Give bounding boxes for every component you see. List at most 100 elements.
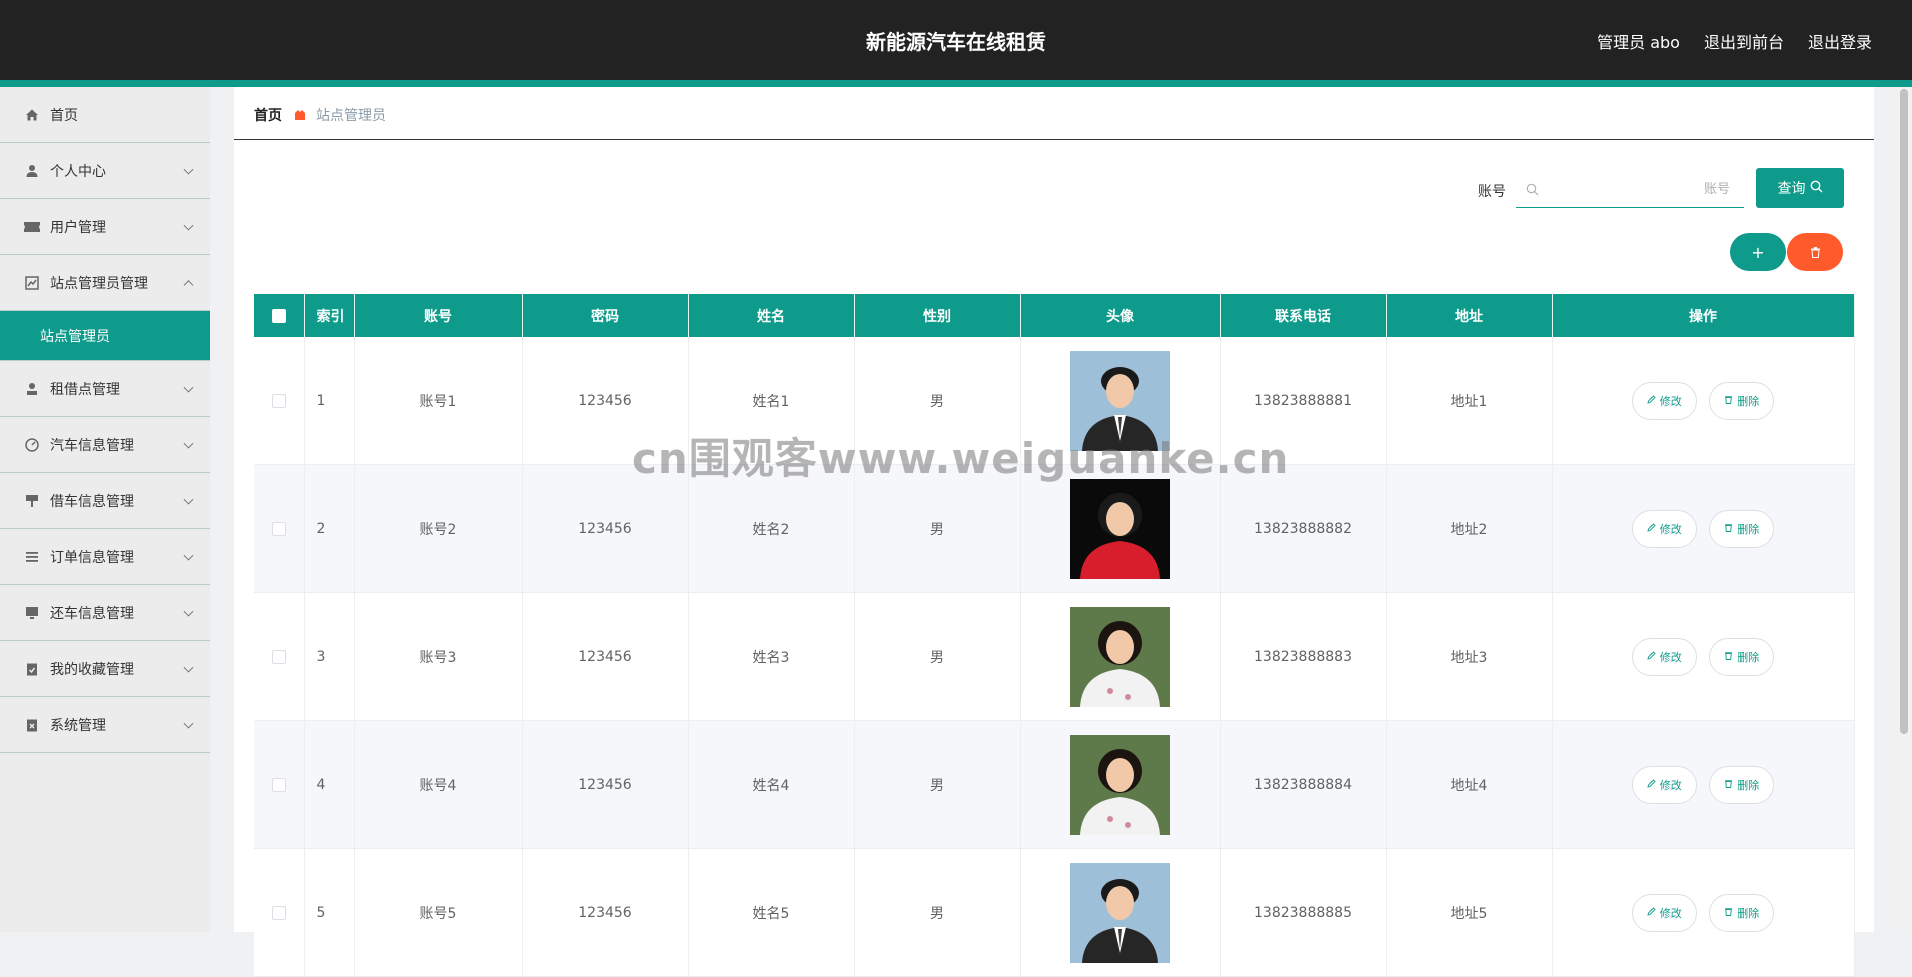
cell-index: 3 bbox=[304, 592, 355, 721]
delete-button-label: 删除 bbox=[1737, 394, 1760, 408]
sidebar-subitem-station-admin[interactable]: 站点管理员 bbox=[0, 311, 210, 361]
cell-password: 123456 bbox=[522, 720, 689, 849]
sidebar-item-rental-points[interactable]: 租借点管理 bbox=[0, 361, 210, 417]
search-input[interactable] bbox=[1548, 174, 1732, 204]
cell-address: 地址3 bbox=[1386, 592, 1553, 721]
cell-phone: 13823888884 bbox=[1220, 720, 1387, 849]
breadcrumb-current: 站点管理员 bbox=[316, 108, 386, 124]
trash-icon bbox=[1724, 906, 1733, 919]
delete-button-label: 删除 bbox=[1737, 906, 1760, 920]
row-checkbox[interactable] bbox=[254, 592, 305, 721]
delete-button-label: 删除 bbox=[1737, 522, 1760, 536]
main-panel: 首页 站点管理员 账号 查询 + bbox=[234, 87, 1874, 977]
cell-account: 账号5 bbox=[354, 848, 523, 977]
cell-actions: 修改 删除 bbox=[1552, 592, 1855, 721]
column-header: 账号 bbox=[354, 294, 523, 337]
edit-button[interactable]: 修改 bbox=[1631, 893, 1697, 932]
logout-link[interactable]: 退出登录 bbox=[1808, 29, 1872, 53]
sidebar-item-borrow[interactable]: 借车信息管理 bbox=[0, 473, 210, 529]
list-icon bbox=[24, 549, 40, 565]
cell-index: 5 bbox=[304, 848, 355, 977]
chevron-down-icon bbox=[183, 164, 194, 175]
delete-button[interactable]: 删除 bbox=[1709, 893, 1775, 932]
admin-name[interactable]: 管理员 abo bbox=[1597, 29, 1680, 53]
page-scrollbar[interactable] bbox=[1896, 87, 1912, 932]
delete-button[interactable]: 删除 bbox=[1709, 381, 1775, 420]
search-field[interactable] bbox=[1516, 168, 1744, 208]
trash-icon bbox=[1810, 243, 1821, 262]
sidebar-item-label: 订单信息管理 bbox=[50, 549, 134, 566]
sidebar-item-users[interactable]: 用户管理 bbox=[0, 199, 210, 255]
cell-password: 123456 bbox=[522, 592, 689, 721]
sidebar-item-system[interactable]: 系统管理 bbox=[0, 697, 210, 753]
chevron-down-icon bbox=[183, 606, 194, 617]
sidebar-item-station-admin[interactable]: 站点管理员管理 bbox=[0, 255, 210, 311]
cell-account: 账号4 bbox=[354, 720, 523, 849]
sidebar-item-returns[interactable]: 还车信息管理 bbox=[0, 585, 210, 641]
select-all-checkbox[interactable] bbox=[254, 294, 305, 337]
ticket-icon bbox=[24, 219, 40, 235]
batch-delete-button[interactable] bbox=[1787, 233, 1843, 271]
cell-phone: 13823888885 bbox=[1220, 848, 1387, 977]
chevron-down-icon bbox=[183, 662, 194, 673]
monitor-icon bbox=[24, 605, 40, 621]
delete-button[interactable]: 删除 bbox=[1709, 637, 1775, 676]
trash-icon bbox=[1724, 778, 1733, 791]
sidebar-item-label: 汽车信息管理 bbox=[50, 437, 134, 454]
row-checkbox[interactable] bbox=[254, 720, 305, 849]
delete-button[interactable]: 删除 bbox=[1709, 765, 1775, 804]
person-icon bbox=[24, 381, 40, 397]
table-row: 4 账号4 123456 姓名4 男 13823888884 地址4 修改 删除 bbox=[254, 720, 1855, 849]
sidebar-item-home[interactable]: 首页 bbox=[0, 87, 210, 143]
chevron-down-icon bbox=[183, 382, 194, 393]
sidebar-item-label: 用户管理 bbox=[50, 219, 106, 236]
back-to-front-link[interactable]: 退出到前台 bbox=[1704, 29, 1784, 53]
add-button[interactable]: + bbox=[1730, 233, 1786, 271]
sidebar: 首页 个人中心 用户管理 站点管理员管理 站点管理员 租借点管理 汽车信息管理 bbox=[0, 87, 210, 932]
watermark: cn围观客www.weiguanke.cn bbox=[632, 434, 1290, 483]
row-checkbox[interactable] bbox=[254, 848, 305, 977]
trash-icon bbox=[1724, 522, 1733, 535]
sidebar-item-label: 我的收藏管理 bbox=[50, 661, 134, 678]
cell-actions: 修改 删除 bbox=[1552, 337, 1855, 465]
sidebar-item-profile[interactable]: 个人中心 bbox=[0, 143, 210, 199]
chart-icon bbox=[24, 275, 40, 291]
edit-button-label: 修改 bbox=[1659, 778, 1682, 792]
sidebar-item-label: 站点管理员管理 bbox=[50, 275, 148, 292]
query-button[interactable]: 查询 bbox=[1756, 168, 1844, 208]
sidebar-item-cars[interactable]: 汽车信息管理 bbox=[0, 417, 210, 473]
row-checkbox[interactable] bbox=[254, 464, 305, 593]
search-icon bbox=[1810, 180, 1823, 196]
edit-icon bbox=[1647, 650, 1656, 663]
column-header: 头像 bbox=[1020, 294, 1221, 337]
column-header: 索引 bbox=[304, 294, 355, 337]
sidebar-item-favorites[interactable]: 我的收藏管理 bbox=[0, 641, 210, 697]
sidebar-item-label: 借车信息管理 bbox=[50, 493, 134, 510]
clipboard-x-icon bbox=[24, 717, 40, 733]
edit-button[interactable]: 修改 bbox=[1631, 765, 1697, 804]
row-checkbox[interactable] bbox=[254, 337, 305, 465]
edit-icon bbox=[1647, 522, 1656, 535]
delete-button[interactable]: 删除 bbox=[1709, 509, 1775, 548]
cell-gender: 男 bbox=[854, 720, 1021, 849]
edit-button[interactable]: 修改 bbox=[1631, 509, 1697, 548]
edit-button[interactable]: 修改 bbox=[1631, 381, 1697, 420]
sidebar-item-orders[interactable]: 订单信息管理 bbox=[0, 529, 210, 585]
cell-avatar bbox=[1020, 848, 1221, 977]
edit-icon bbox=[1647, 778, 1656, 791]
trash-icon bbox=[1724, 394, 1733, 407]
trash-icon bbox=[1724, 650, 1733, 663]
clipboard-check-icon bbox=[24, 661, 40, 677]
scrollbar-thumb[interactable] bbox=[1900, 89, 1908, 734]
cell-password: 123456 bbox=[522, 848, 689, 977]
cell-phone: 13823888883 bbox=[1220, 592, 1387, 721]
table-header-row: 索引 账号 密码 姓名 性别 头像 联系电话 地址 操作 bbox=[254, 294, 1855, 337]
avatar-image bbox=[1070, 606, 1170, 707]
cell-account: 账号2 bbox=[354, 464, 523, 593]
chevron-down-icon bbox=[183, 718, 194, 729]
cell-name: 姓名3 bbox=[688, 592, 855, 721]
edit-button[interactable]: 修改 bbox=[1631, 637, 1697, 676]
column-header: 操作 bbox=[1552, 294, 1855, 337]
breadcrumb-home[interactable]: 首页 bbox=[254, 105, 282, 125]
breadcrumb: 首页 站点管理员 bbox=[254, 105, 386, 125]
